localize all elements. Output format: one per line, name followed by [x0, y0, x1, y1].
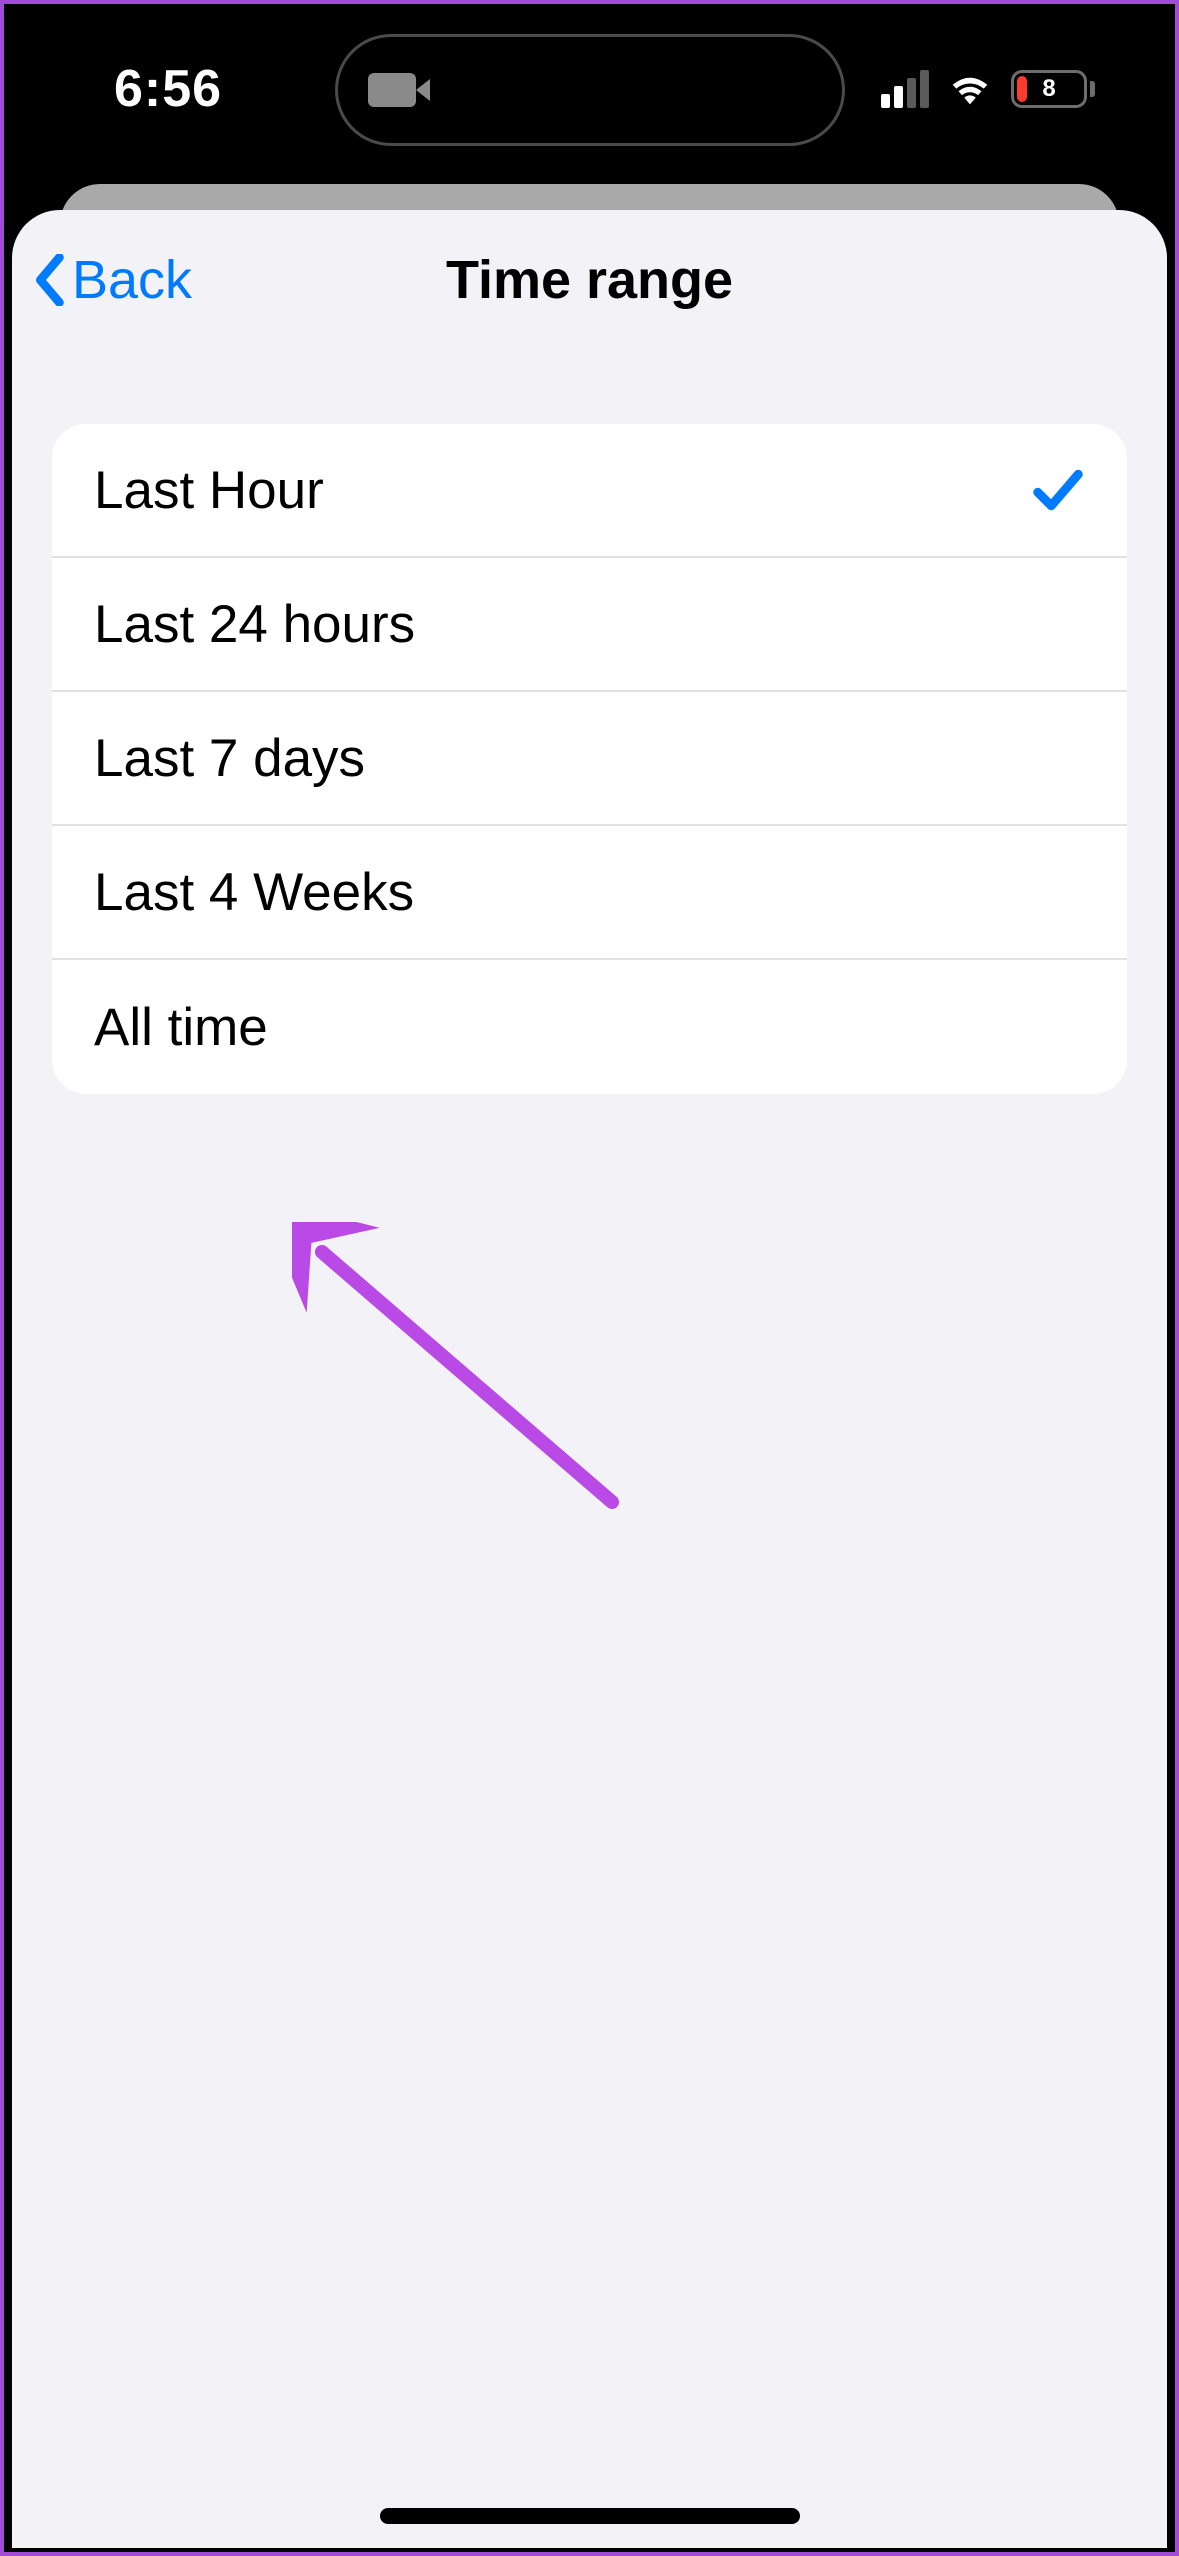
- battery-icon: 8: [1011, 70, 1095, 108]
- option-label: All time: [94, 997, 268, 1058]
- status-bar: 6:56 8: [4, 4, 1175, 174]
- page-title: Time range: [446, 249, 733, 311]
- option-last-4-weeks[interactable]: Last 4 Weeks: [52, 826, 1127, 960]
- option-last-24-hours[interactable]: Last 24 hours: [52, 558, 1127, 692]
- option-label: Last 7 days: [94, 728, 365, 789]
- modal-sheet: Back Time range Last Hour Last 24 hours …: [12, 210, 1167, 2548]
- home-indicator[interactable]: [380, 2508, 800, 2524]
- status-right: 8: [881, 69, 1095, 109]
- dynamic-island[interactable]: [335, 34, 845, 146]
- checkmark-icon: [1031, 463, 1085, 517]
- back-button[interactable]: Back: [32, 249, 192, 311]
- status-time: 6:56: [114, 59, 222, 119]
- chevron-left-icon: [32, 254, 66, 306]
- option-last-hour[interactable]: Last Hour: [52, 424, 1127, 558]
- video-camera-icon: [368, 73, 416, 107]
- option-label: Last 24 hours: [94, 594, 415, 655]
- option-all-time[interactable]: All time: [52, 960, 1127, 1094]
- option-label: Last 4 Weeks: [94, 862, 414, 923]
- nav-bar: Back Time range: [12, 210, 1167, 350]
- annotation-arrow-icon: [292, 1222, 642, 1522]
- option-last-7-days[interactable]: Last 7 days: [52, 692, 1127, 826]
- battery-level: 8: [1014, 73, 1084, 105]
- option-label: Last Hour: [94, 460, 324, 521]
- cellular-signal-icon: [881, 70, 929, 108]
- wifi-icon: [947, 69, 993, 109]
- time-range-list: Last Hour Last 24 hours Last 7 days Last…: [52, 424, 1127, 1094]
- back-label: Back: [72, 249, 192, 311]
